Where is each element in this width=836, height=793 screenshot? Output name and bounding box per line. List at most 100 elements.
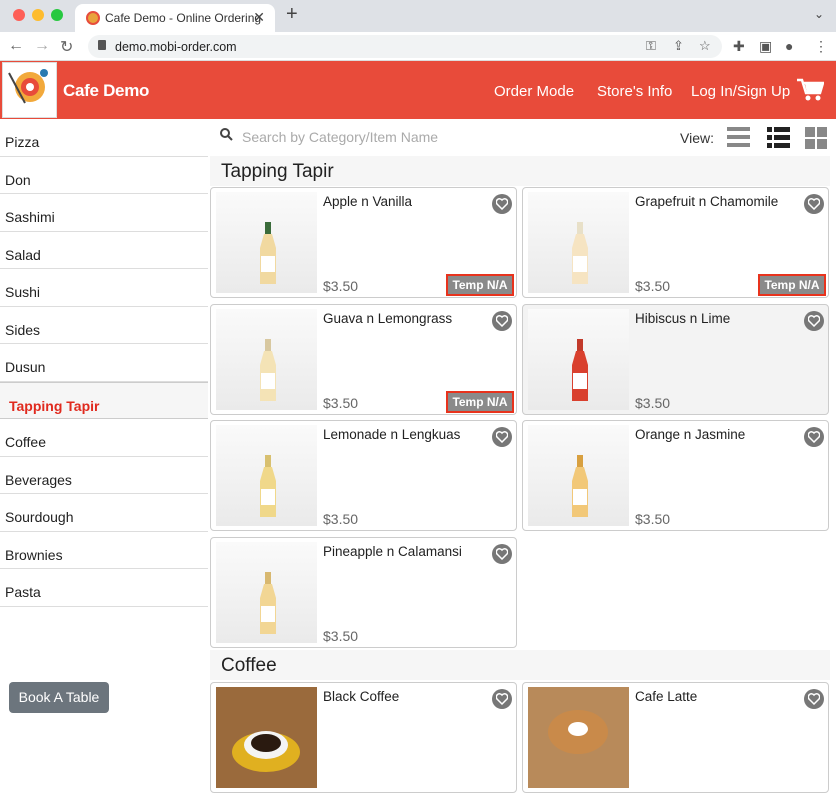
site-favicon-icon: [86, 11, 100, 25]
key-icon[interactable]: ⚿: [646, 38, 656, 54]
cart-icon[interactable]: [797, 78, 824, 102]
product-price: $3.50: [323, 628, 359, 644]
heart-icon[interactable]: [492, 311, 512, 331]
product-image[interactable]: [216, 309, 317, 410]
product-card[interactable]: Grapefruit n Chamomile $3.50 Temp N/A: [522, 187, 829, 298]
detail-list-view-icon[interactable]: [767, 126, 790, 149]
product-card[interactable]: Pineapple n Calamansi $3.50: [210, 537, 517, 648]
product-name[interactable]: Guava n Lemongrass: [323, 311, 452, 326]
back-icon[interactable]: ←: [8, 37, 24, 55]
tab-title: Cafe Demo - Online Ordering: [105, 11, 262, 25]
product-card[interactable]: Cafe Latte: [522, 682, 829, 793]
star-icon[interactable]: ☆: [699, 38, 711, 54]
heart-icon[interactable]: [492, 689, 512, 709]
sidebar-item-brownies[interactable]: Brownies: [0, 532, 208, 569]
product-image[interactable]: [216, 425, 317, 526]
product-image[interactable]: [528, 309, 629, 410]
product-price: $3.50: [635, 395, 671, 411]
sidebar-icon[interactable]: ▣: [759, 38, 772, 55]
product-card[interactable]: Lemonade n Lengkuas $3.50: [210, 420, 517, 531]
profile-icon[interactable]: ●: [785, 38, 793, 54]
product-name[interactable]: Cafe Latte: [635, 689, 697, 704]
product-image[interactable]: [216, 192, 317, 293]
product-card[interactable]: Apple n Vanilla $3.50 Temp N/A: [210, 187, 517, 298]
view-label: View:: [680, 130, 714, 146]
unavailable-badge: Temp N/A: [446, 274, 514, 296]
product-price: $3.50: [635, 278, 671, 294]
grid-view-icon[interactable]: [805, 126, 828, 149]
menu-icon[interactable]: ⋮: [814, 38, 828, 55]
sidebar-item-sashimi[interactable]: Sashimi: [0, 194, 208, 232]
section-header-coffee: Coffee: [210, 650, 830, 680]
list-view-icon[interactable]: [727, 126, 750, 149]
product-name[interactable]: Pineapple n Calamansi: [323, 544, 462, 559]
site-header: Cafe Demo Order Mode Store's Info Log In…: [0, 61, 836, 119]
reload-icon[interactable]: ↻: [60, 37, 73, 57]
product-image[interactable]: [528, 425, 629, 526]
heart-icon[interactable]: [804, 689, 824, 709]
product-image[interactable]: [216, 687, 317, 788]
section-header-tapping-tapir: Tapping Tapir: [210, 156, 830, 186]
product-card[interactable]: Guava n Lemongrass $3.50 Temp N/A: [210, 304, 517, 415]
close-window-dot[interactable]: [13, 9, 25, 21]
sidebar-item-sourdough[interactable]: Sourdough: [0, 494, 208, 532]
product-name[interactable]: Hibiscus n Lime: [635, 311, 730, 326]
product-name[interactable]: Black Coffee: [323, 689, 399, 704]
extensions-icon[interactable]: ✚: [733, 38, 745, 55]
new-tab-button[interactable]: +: [286, 3, 298, 26]
tab-search-chevron-icon[interactable]: ⌄: [814, 7, 824, 21]
category-sidebar: Pizza Don Sashimi Salad Sushi Sides Dusu…: [0, 119, 208, 607]
product-image[interactable]: [528, 687, 629, 788]
product-name[interactable]: Lemonade n Lengkuas: [323, 427, 460, 442]
product-card[interactable]: Black Coffee: [210, 682, 517, 793]
nav-login-signup[interactable]: Log In/Sign Up: [691, 83, 790, 100]
sidebar-item-dusun[interactable]: Dusun: [0, 344, 208, 382]
tab-close-icon[interactable]: ✕: [253, 9, 265, 26]
url-text[interactable]: demo.mobi-order.com: [115, 40, 237, 54]
search-input[interactable]: Search by Category/Item Name: [242, 129, 438, 145]
heart-icon[interactable]: [804, 194, 824, 214]
heart-icon[interactable]: [492, 194, 512, 214]
product-name[interactable]: Grapefruit n Chamomile: [635, 194, 778, 209]
book-table-button[interactable]: Book A Table: [9, 682, 109, 713]
product-image[interactable]: [216, 542, 317, 643]
heart-icon[interactable]: [492, 544, 512, 564]
product-price: $3.50: [323, 395, 359, 411]
sidebar-item-pizza[interactable]: Pizza: [0, 119, 208, 157]
nav-order-mode[interactable]: Order Mode: [494, 83, 574, 100]
share-icon[interactable]: ⇪: [673, 38, 684, 54]
sidebar-item-sides[interactable]: Sides: [0, 307, 208, 344]
heart-icon[interactable]: [492, 427, 512, 447]
minimize-window-dot[interactable]: [32, 9, 44, 21]
product-name[interactable]: Orange n Jasmine: [635, 427, 745, 442]
product-price: $3.50: [323, 278, 359, 294]
product-card[interactable]: Hibiscus n Lime $3.50: [522, 304, 829, 415]
maximize-window-dot[interactable]: [51, 9, 63, 21]
browser-toolbar: ← → ↻ demo.mobi-order.com ⚿ ⇪ ☆ ✚ ▣ ● ⋮: [0, 32, 836, 61]
sidebar-item-coffee[interactable]: Coffee: [0, 419, 208, 457]
sidebar-item-pasta[interactable]: Pasta: [0, 569, 208, 607]
product-price: $3.50: [635, 511, 671, 527]
unavailable-badge: Temp N/A: [758, 274, 826, 296]
brand-name[interactable]: Cafe Demo: [63, 81, 149, 101]
lock-icon[interactable]: [98, 40, 106, 50]
forward-icon[interactable]: →: [34, 37, 50, 55]
sidebar-item-don[interactable]: Don: [0, 157, 208, 194]
heart-icon[interactable]: [804, 427, 824, 447]
sidebar-item-tapping-tapir[interactable]: Tapping Tapir: [0, 381, 208, 419]
browser-tab[interactable]: Cafe Demo - Online Ordering ✕: [75, 4, 275, 32]
sidebar-item-sushi[interactable]: Sushi: [0, 269, 208, 307]
heart-icon[interactable]: [804, 311, 824, 331]
address-bar[interactable]: demo.mobi-order.com ⚿ ⇪ ☆: [88, 35, 722, 58]
sidebar-item-salad[interactable]: Salad: [0, 232, 208, 269]
cafe-logo[interactable]: [2, 62, 57, 118]
product-name[interactable]: Apple n Vanilla: [323, 194, 412, 209]
product-image[interactable]: [528, 192, 629, 293]
product-card[interactable]: Orange n Jasmine $3.50: [522, 420, 829, 531]
nav-stores-info[interactable]: Store's Info: [597, 83, 672, 100]
browser-tab-bar: Cafe Demo - Online Ordering ✕ + ⌄: [0, 0, 836, 32]
product-price: $3.50: [323, 511, 359, 527]
search-icon: [220, 128, 233, 141]
sidebar-item-beverages[interactable]: Beverages: [0, 457, 208, 494]
unavailable-badge: Temp N/A: [446, 391, 514, 413]
